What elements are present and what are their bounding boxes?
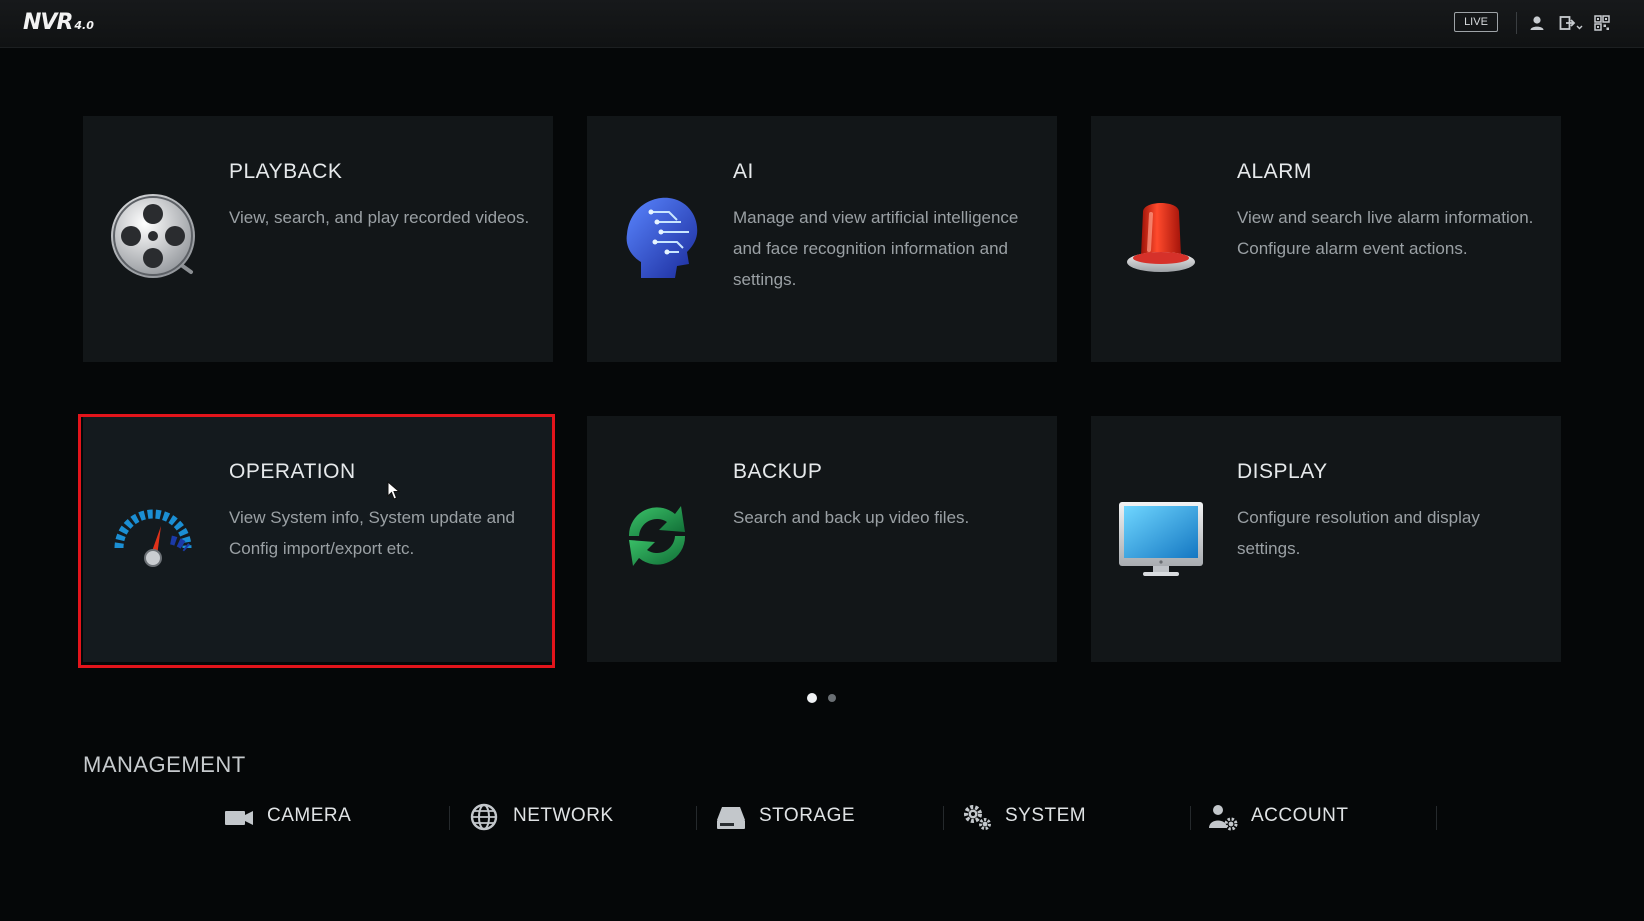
page-dot-1[interactable] [807, 693, 817, 703]
management-system[interactable]: SYSTEM [961, 800, 1111, 834]
logout-icon[interactable] [1558, 13, 1584, 33]
card-description: Manage and view artificial intelligence … [733, 208, 1019, 289]
storage-drive-icon [717, 807, 745, 829]
network-globe-icon [470, 803, 498, 831]
management-item-label: ACCOUNT [1251, 805, 1349, 826]
top-bar: NVR 4.0 LIVE [0, 0, 1644, 48]
nvr-main-menu: NVR 4.0 LIVE PLAYBACK View, search, and … [0, 0, 1644, 921]
card-backup[interactable]: BACKUP Search and back up video files. [587, 416, 1057, 662]
card-display[interactable]: DISPLAY Configure resolution and display… [1091, 416, 1561, 662]
card-description: Search and back up video files. [733, 508, 970, 527]
logo-text: NVR [23, 10, 73, 35]
management-account[interactable]: ACCOUNT [1207, 800, 1367, 834]
management-storage[interactable]: STORAGE [715, 800, 875, 834]
mouse-cursor-icon [387, 480, 401, 501]
qr-code-icon[interactable] [1592, 13, 1612, 33]
card-playback[interactable]: PLAYBACK View, search, and play recorded… [83, 116, 553, 362]
gears-icon [964, 805, 991, 830]
user-icon[interactable] [1527, 13, 1547, 33]
backup-sync-icon [611, 490, 703, 582]
management-divider [1190, 806, 1191, 830]
speedometer-icon [107, 490, 199, 582]
management-network[interactable]: NETWORK [469, 800, 619, 834]
card-ai[interactable]: AI Manage and view artificial intelligen… [587, 116, 1057, 362]
card-title: AI [733, 160, 754, 183]
live-view-button[interactable]: LIVE [1454, 12, 1498, 32]
card-description: Configure resolution and display setting… [1237, 508, 1480, 558]
card-title: ALARM [1237, 160, 1312, 183]
film-reel-icon [107, 192, 199, 284]
logo-version: 4.0 [74, 19, 94, 32]
management-item-label: CAMERA [267, 805, 352, 826]
card-title: BACKUP [733, 460, 823, 483]
card-description: View and search live alarm information. … [1237, 208, 1534, 258]
management-divider [943, 806, 944, 830]
nvr-logo: NVR 4.0 [23, 10, 94, 35]
management-item-label: SYSTEM [1005, 805, 1087, 826]
ai-head-icon [611, 190, 703, 282]
top-bar-divider [1516, 12, 1517, 34]
management-item-label: NETWORK [513, 805, 614, 826]
management-divider [1436, 806, 1437, 830]
card-description: View System info, System update and Conf… [229, 508, 516, 558]
alarm-siren-icon [1115, 192, 1207, 284]
management-item-label: STORAGE [759, 805, 856, 826]
account-settings-icon [1209, 805, 1238, 831]
management-camera[interactable]: CAMERA [223, 800, 373, 834]
card-title: PLAYBACK [229, 160, 343, 183]
card-operation[interactable]: OPERATION View System info, System updat… [83, 416, 553, 662]
card-description: View, search, and play recorded videos. [229, 208, 530, 227]
monitor-icon [1115, 490, 1207, 582]
page-dot-2[interactable] [828, 694, 836, 702]
management-section-title: MANAGEMENT [83, 752, 246, 777]
management-divider [696, 806, 697, 830]
management-divider [449, 806, 450, 830]
card-title: DISPLAY [1237, 460, 1328, 483]
card-title: OPERATION [229, 460, 356, 483]
card-alarm[interactable]: ALARM View and search live alarm informa… [1091, 116, 1561, 362]
camera-icon [225, 811, 253, 825]
